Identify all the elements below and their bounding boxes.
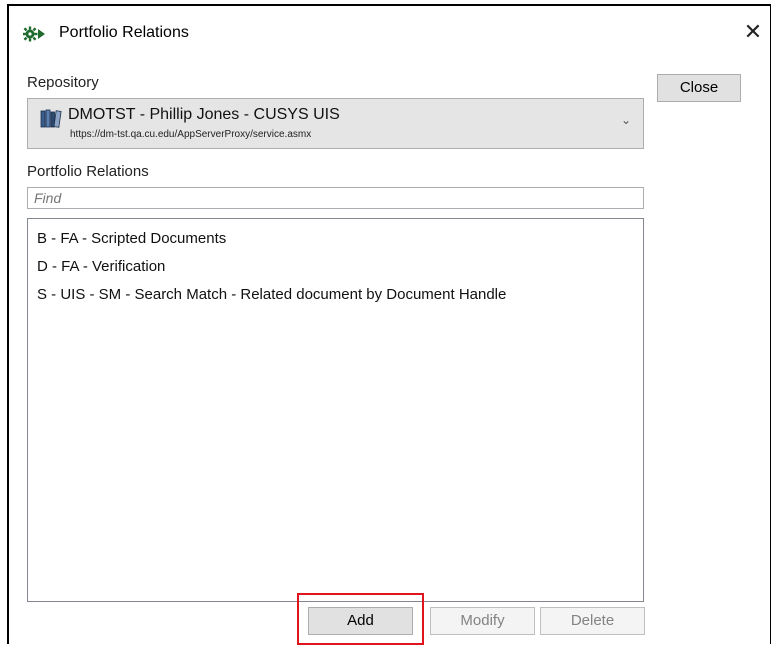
portfolio-relations-dialog: Portfolio Relations ✕ Repository DMOTST … [7, 4, 771, 645]
add-button[interactable]: Add [308, 607, 413, 635]
repository-select[interactable]: DMOTST - Phillip Jones - CUSYS UIS https… [27, 98, 644, 149]
list-item[interactable]: D - FA - Verification [37, 258, 165, 275]
portfolio-relations-label: Portfolio Relations [27, 163, 149, 180]
modify-button[interactable]: Modify [430, 607, 535, 635]
chevron-down-icon[interactable]: ⌄ [621, 113, 631, 127]
book-stack-icon [40, 109, 62, 128]
repository-url: https://dm-tst.qa.cu.edu/AppServerProxy/… [70, 129, 312, 140]
close-icon[interactable]: ✕ [739, 18, 767, 46]
relations-list[interactable]: B - FA - Scripted Documents D - FA - Ver… [27, 218, 644, 602]
list-item[interactable]: B - FA - Scripted Documents [37, 230, 226, 247]
dialog-title: Portfolio Relations [59, 24, 189, 41]
close-button[interactable]: Close [657, 74, 741, 102]
list-item[interactable]: S - UIS - SM - Search Match - Related do… [37, 286, 506, 303]
find-input[interactable] [27, 187, 644, 209]
title-bar: Portfolio Relations ✕ [9, 6, 770, 64]
delete-button[interactable]: Delete [540, 607, 645, 635]
repository-label: Repository [27, 74, 99, 91]
repository-name: DMOTST - Phillip Jones - CUSYS UIS [68, 106, 340, 123]
gear-arrow-icon [22, 26, 51, 42]
